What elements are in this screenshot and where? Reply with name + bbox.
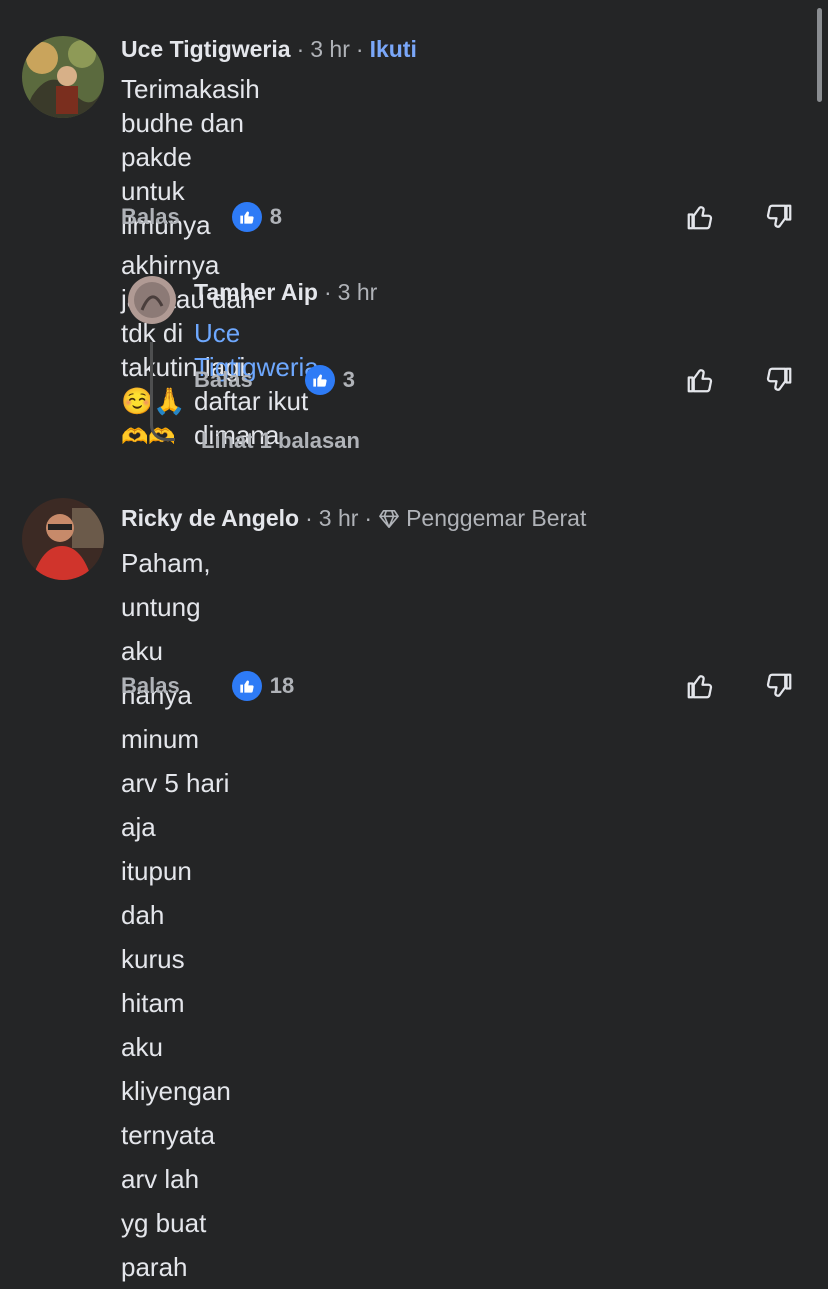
scrollbar[interactable]: [817, 8, 822, 102]
like-count[interactable]: 18: [270, 673, 294, 699]
separator-dot: ·: [305, 505, 313, 531]
like-count[interactable]: 8: [270, 204, 282, 230]
comment-text: Paham, untung aku hanya minum arv 5 hari…: [121, 541, 231, 1289]
diamond-icon: [379, 509, 399, 528]
author-name[interactable]: Uce Tigtigweria: [121, 36, 291, 63]
timestamp[interactable]: 3 hr: [310, 36, 350, 63]
thumbs-up-icon[interactable]: [683, 363, 717, 397]
reply-button[interactable]: Balas: [121, 204, 180, 230]
timestamp[interactable]: 3 hr: [338, 279, 378, 306]
author-name[interactable]: Tamher Aip: [194, 279, 318, 306]
separator-dot: ·: [323, 279, 332, 305]
follow-button[interactable]: Ikuti: [370, 36, 417, 63]
comment-line: aja itupun dah kurus hitam aku kliyengan: [121, 812, 231, 1106]
avatar[interactable]: [128, 276, 176, 324]
thumbs-down-icon[interactable]: [762, 200, 796, 234]
like-reaction-icon[interactable]: [304, 365, 335, 395]
thumbs-down-icon[interactable]: [762, 669, 796, 703]
separator-dot: ·: [296, 36, 305, 62]
separator-dot: ·: [355, 36, 364, 62]
avatar[interactable]: [22, 36, 104, 118]
avatar[interactable]: [22, 498, 104, 580]
thread-connector: [150, 342, 175, 441]
comment-line: ternyata arv lah yg buat parah: [121, 1120, 215, 1282]
thumbs-up-icon[interactable]: [683, 200, 717, 234]
author-name[interactable]: Ricky de Angelo: [121, 505, 299, 532]
thumbs-up-icon[interactable]: [683, 669, 717, 703]
timestamp[interactable]: 3 hr: [319, 505, 359, 532]
fan-badge-label: Penggemar Berat: [406, 505, 587, 531]
view-replies-link[interactable]: Lihat 1 balasan: [201, 428, 360, 454]
fan-badge[interactable]: Penggemar Berat: [378, 505, 586, 532]
like-reaction-icon[interactable]: [231, 671, 262, 701]
thumbs-down-icon[interactable]: [762, 363, 796, 397]
like-count[interactable]: 3: [343, 367, 355, 393]
separator-dot: ·: [364, 505, 373, 531]
reply-button[interactable]: Balas: [194, 367, 253, 393]
reply-button[interactable]: Balas: [121, 673, 180, 699]
like-reaction-icon[interactable]: [231, 202, 262, 232]
